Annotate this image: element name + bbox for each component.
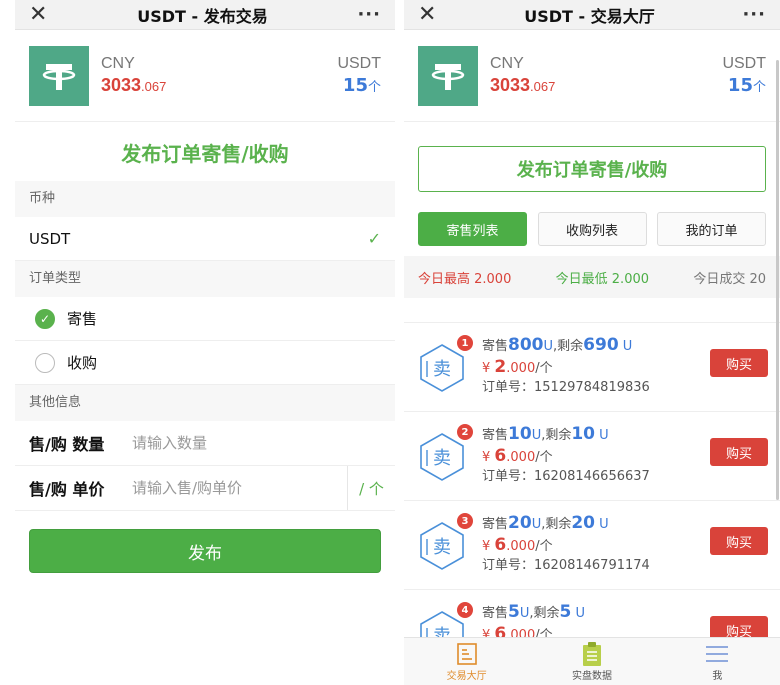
- quantity-row: 售/购 数量: [15, 421, 395, 466]
- sell-hexagon-icon: 卖: [420, 522, 464, 570]
- price-row: 售/购 单价 / 个: [15, 466, 395, 511]
- coin-balance: 15个: [727, 75, 766, 96]
- title-bar: ✕ USDT - 发布交易 ···: [15, 0, 395, 30]
- fiat-balance: 3033.067: [101, 75, 167, 95]
- coin-option-usdt[interactable]: USDT ✓: [15, 217, 395, 261]
- publish-trade-screen: ✕ USDT - 发布交易 ··· CNY 3033.067 USDT 15个 …: [15, 0, 395, 685]
- buy-button[interactable]: 购买: [710, 438, 768, 466]
- nav-label: 实盘数据: [571, 671, 612, 682]
- sell-hexagon-icon: 卖: [420, 433, 464, 481]
- rank-badge: 3: [457, 513, 473, 529]
- fiat-currency: CNY: [490, 55, 524, 72]
- order-number: 订单号：16208146656637: [482, 469, 650, 484]
- menu-icon: [705, 641, 729, 667]
- sell-hexagon-icon: 卖: [420, 344, 464, 392]
- nav-trading-hall[interactable]: 交易大厅: [404, 638, 529, 685]
- list-item: 卖 1 寄售800U,剩余690 U ¥ 2.000/个 订单号：1512978…: [404, 323, 780, 412]
- tab-my-orders[interactable]: 我的订单: [657, 212, 766, 246]
- close-icon[interactable]: ✕: [418, 3, 436, 26]
- clipboard-icon: [581, 641, 603, 667]
- order-tabs: 寄售列表 收购列表 我的订单: [404, 212, 780, 246]
- other-section-label: 其他信息: [15, 385, 395, 421]
- nav-label: 我: [712, 671, 723, 682]
- buy-button[interactable]: 购买: [710, 527, 768, 555]
- tab-buy-list[interactable]: 收购列表: [537, 212, 647, 246]
- page-title: USDT - 发布交易: [137, 6, 268, 26]
- coin-section-label: 币种: [15, 181, 395, 217]
- balance-header: CNY 3033.067 USDT 15个: [404, 30, 780, 122]
- trading-hall-screen: ✕ USDT - 交易大厅 ··· CNY 3033.067 USDT 15个 …: [404, 0, 780, 685]
- coin-name: USDT: [722, 55, 766, 72]
- list-item: 卖 2 寄售10U,剩余10 U ¥ 6.000/个 订单号：162081466…: [404, 412, 780, 501]
- title-bar: ✕ USDT - 交易大厅 ···: [404, 0, 780, 30]
- scrollbar[interactable]: [776, 60, 779, 500]
- list-item: 卖 3 寄售20U,剩余20 U ¥ 6.000/个 订单号：162081467…: [404, 501, 780, 590]
- quantity-input[interactable]: [132, 434, 395, 452]
- coin-name: USDT: [337, 55, 381, 72]
- checkmark-icon: ✓: [367, 229, 381, 248]
- order-list: 卖 1 寄售800U,剩余690 U ¥ 2.000/个 订单号：1512978…: [404, 322, 780, 679]
- type-option-buy[interactable]: 收购: [15, 341, 395, 385]
- quantity-label: 售/购 数量: [29, 435, 105, 454]
- rank-badge: 4: [457, 602, 473, 618]
- tether-logo-icon: [418, 45, 478, 106]
- coin-value: USDT: [29, 229, 71, 248]
- stat-high: 今日最高 2.000: [418, 271, 512, 287]
- page-title: USDT - 交易大厅: [524, 6, 655, 26]
- type-option-label: 寄售: [67, 310, 98, 328]
- svg-text:卖: 卖: [433, 537, 451, 558]
- nav-label: 交易大厅: [446, 671, 487, 682]
- balance-header: CNY 3033.067 USDT 15个: [15, 30, 395, 122]
- radio-checked-icon: ✓: [35, 308, 55, 329]
- nav-me[interactable]: 我: [655, 638, 780, 685]
- more-icon[interactable]: ···: [742, 4, 766, 25]
- close-icon[interactable]: ✕: [29, 3, 47, 26]
- type-option-sell[interactable]: ✓ 寄售: [15, 297, 395, 341]
- daily-stats: 今日最高 2.000 今日最低 2.000 今日成交 20: [404, 256, 780, 298]
- svg-text:卖: 卖: [433, 448, 451, 469]
- svg-text:卖: 卖: [433, 359, 451, 380]
- radio-unchecked-icon: [35, 352, 55, 373]
- stat-low: 今日最低 2.000: [555, 271, 650, 287]
- price-label: 售/购 单价: [29, 480, 105, 499]
- price-input[interactable]: [132, 479, 347, 497]
- type-section-label: 订单类型: [15, 261, 395, 297]
- fiat-currency: CNY: [101, 55, 135, 72]
- hall-icon: [456, 641, 478, 667]
- buy-button[interactable]: 购买: [710, 349, 768, 377]
- bottom-nav: 交易大厅 实盘数据 我: [404, 637, 780, 685]
- more-icon[interactable]: ···: [357, 4, 381, 25]
- submit-button[interactable]: 发布: [29, 529, 381, 573]
- tether-logo-icon: [29, 45, 89, 106]
- type-option-label: 收购: [67, 354, 98, 372]
- price-unit: / 个: [347, 466, 395, 510]
- rank-badge: 2: [457, 424, 473, 440]
- fiat-balance: 3033.067: [490, 75, 556, 95]
- nav-live-data[interactable]: 实盘数据: [529, 638, 654, 685]
- stat-deals: 今日成交 20: [693, 271, 766, 287]
- order-number: 订单号：15129784819836: [482, 380, 650, 395]
- tab-sell-list[interactable]: 寄售列表: [418, 212, 527, 246]
- publish-heading: 发布订单寄售/收购: [121, 142, 289, 166]
- rank-badge: 1: [457, 335, 473, 351]
- order-number: 订单号：16208146791174: [482, 558, 650, 573]
- publish-order-button[interactable]: 发布订单寄售/收购: [418, 146, 766, 192]
- coin-balance: 15个: [342, 75, 381, 96]
